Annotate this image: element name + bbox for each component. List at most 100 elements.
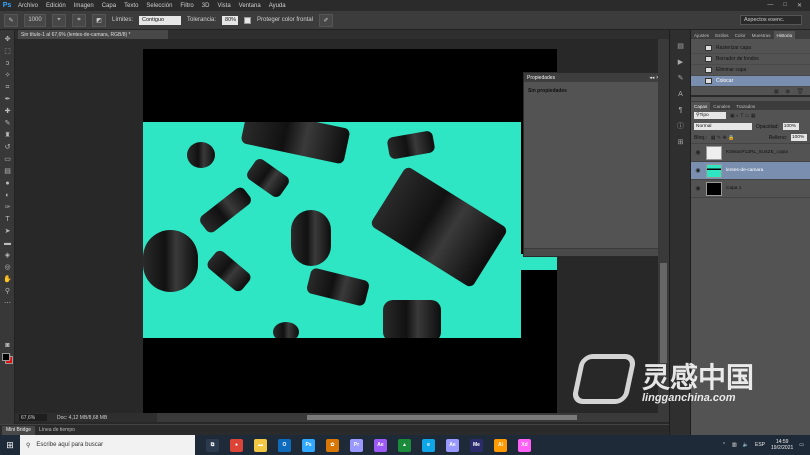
tab-timeline[interactable]: Línea de tiempo <box>35 426 79 435</box>
taskbar-app-icon[interactable]: ✿ <box>326 438 339 452</box>
blur-tool-icon[interactable]: ● <box>3 180 12 188</box>
layer-filter-select[interactable]: ⚲ Tipo <box>694 112 726 119</box>
menu-filtro[interactable]: Filtro <box>176 3 197 9</box>
volume-icon[interactable]: 🔈 <box>743 442 749 448</box>
limits-select[interactable]: Contiguo <box>139 15 182 25</box>
eyedropper-tool-icon[interactable]: ✒ <box>3 96 12 104</box>
vertical-scrollbar[interactable] <box>658 39 669 413</box>
taskbar-app-icon[interactable]: Pr <box>350 438 363 452</box>
workspace-switcher[interactable]: Aspectos esenc. <box>740 15 802 25</box>
tab-ajustes[interactable]: Ajustes <box>691 31 712 39</box>
crop-tool-icon[interactable]: ⌗ <box>3 84 12 92</box>
zoom-tool-icon[interactable]: ⚲ <box>3 288 12 296</box>
horizontal-scroll-thumb[interactable] <box>307 415 577 420</box>
navigator-panel-icon[interactable]: ⊞ <box>675 138 686 147</box>
eraser-tool-icon[interactable]: ▭ <box>3 156 12 164</box>
opacity-input[interactable]: 100% <box>782 123 799 130</box>
gradient-tool-icon[interactable]: ▤ <box>3 168 12 176</box>
menu-texto[interactable]: Texto <box>120 3 142 9</box>
taskbar-app-icon[interactable]: Ae <box>374 438 387 452</box>
foreground-color-swatch[interactable] <box>2 353 10 361</box>
history-item[interactable]: Colocar <box>691 76 810 87</box>
extra-tool-icon[interactable]: ⋯ <box>3 300 12 308</box>
marquee-tool-icon[interactable]: ⬚ <box>3 48 12 56</box>
taskbar-app-icon[interactable]: ● <box>230 438 243 452</box>
menu-3d[interactable]: 3D <box>198 3 214 9</box>
menu-ventana[interactable]: Ventana <box>235 3 265 9</box>
tab-estilos[interactable]: Estilos <box>712 31 732 39</box>
visibility-eye-icon[interactable]: ◉ <box>694 185 702 192</box>
document-canvas[interactable] <box>143 49 557 413</box>
tab-canales[interactable]: Canales <box>710 102 733 110</box>
taskbar-app-icon[interactable]: e <box>422 438 435 452</box>
tolerance-input[interactable]: 80% <box>222 15 239 25</box>
visibility-eye-icon[interactable]: ◉ <box>694 167 702 174</box>
brush-tool-icon[interactable]: ✎ <box>3 120 12 128</box>
tab-color[interactable]: Color <box>732 31 749 39</box>
taskbar-app-icon[interactable]: ⧉ <box>206 438 219 452</box>
taskbar-app-icon[interactable]: Ae <box>446 438 459 452</box>
history-item[interactable]: Eliminar capa <box>691 65 810 76</box>
dodge-tool-icon[interactable]: ◐ <box>3 192 12 200</box>
history-panel-icon[interactable]: ▤ <box>675 42 686 51</box>
taskbar-search[interactable]: ⚲ Escribe aquí para buscar <box>20 435 195 455</box>
taskbar-app-icon[interactable]: Ai <box>494 438 507 452</box>
path-select-tool-icon[interactable]: ➤ <box>3 228 12 236</box>
new-snapshot-icon[interactable]: ▣ <box>773 88 779 95</box>
taskbar-app-icon[interactable]: ▲ <box>398 438 411 452</box>
network-icon[interactable]: ▥ <box>732 442 737 448</box>
pressure-icon[interactable]: ✐ <box>319 13 334 27</box>
protect-checkbox[interactable] <box>244 16 252 24</box>
visibility-eye-icon[interactable]: ◉ <box>694 149 702 156</box>
stamp-tool-icon[interactable]: ♜ <box>3 132 12 140</box>
info-panel-icon[interactable]: ⓘ <box>675 122 686 131</box>
menu-edici-n[interactable]: Edición <box>42 3 70 9</box>
menu-ayuda[interactable]: Ayuda <box>265 3 290 9</box>
sampling-swatch-icon[interactable]: ◩ <box>92 13 106 27</box>
history-brush-tool-icon[interactable]: ↺ <box>3 144 12 152</box>
minimize-button[interactable]: — <box>767 2 773 9</box>
layer-name[interactable]: Capa 1 <box>726 186 741 191</box>
camera-icon[interactable]: ◉ <box>785 88 790 95</box>
layer-name[interactable]: K5WanP13RL_5U4ZE_copia <box>726 150 788 155</box>
pen-tool-icon[interactable]: ✑ <box>3 204 12 212</box>
actions-panel-icon[interactable]: ▶ <box>675 58 686 67</box>
close-button[interactable]: ✕ <box>797 2 802 9</box>
doc-size-info[interactable]: Doc: 4,12 MB/8,68 MB <box>57 415 107 421</box>
tab-trazados[interactable]: Trazados <box>733 102 758 110</box>
tab-muestras[interactable]: Muestras <box>749 31 774 39</box>
layer-row[interactable]: ◉ Capa 1 <box>691 180 810 198</box>
sampling-once-icon[interactable]: ⌗ <box>72 13 86 27</box>
menu-selecci-n[interactable]: Selección <box>142 3 176 9</box>
taskbar-app-icon[interactable]: O <box>278 438 291 452</box>
layer-row[interactable]: ◉ lentes-de-camara <box>691 162 810 180</box>
hand-tool-icon[interactable]: ✋ <box>3 276 12 284</box>
magic-wand-tool-icon[interactable]: ✧ <box>3 72 12 80</box>
tray-chevron-icon[interactable]: ⌃ <box>722 442 726 448</box>
menu-imagen[interactable]: Imagen <box>70 3 98 9</box>
taskbar-app-icon[interactable]: ▬ <box>254 438 267 452</box>
canvas-workspace[interactable]: Propiedades ◂◂ ✕ Sin propiedades <box>15 39 669 413</box>
history-item[interactable]: Rasterizar capa <box>691 43 810 54</box>
vertical-scroll-thumb[interactable] <box>660 263 667 363</box>
taskbar-app-icon[interactable]: Me <box>470 438 483 452</box>
tool-preset-icon[interactable]: ✎ <box>4 13 18 27</box>
clock[interactable]: 14:59 19/2/2021 <box>771 439 793 451</box>
healing-tool-icon[interactable]: ✚ <box>3 108 12 116</box>
brush-size-picker[interactable]: 1000 <box>24 13 46 27</box>
tab-capas[interactable]: Capas <box>691 102 711 110</box>
lock-icons[interactable]: ▦ ✎ ✥ 🔒 <box>711 135 735 141</box>
taskbar-app-icon[interactable]: Ps <box>302 438 315 452</box>
properties-title[interactable]: Propiedades <box>527 75 555 81</box>
windows-start-icon[interactable]: ⊞ <box>0 435 20 455</box>
character-panel-icon[interactable]: A <box>675 90 686 99</box>
paragraph-panel-icon[interactable]: ¶ <box>675 106 686 115</box>
history-item[interactable]: Borrador de fondos <box>691 54 810 65</box>
lasso-tool-icon[interactable]: ↄ <box>3 60 12 68</box>
layer-name[interactable]: lentes-de-camara <box>726 168 763 173</box>
trash-icon[interactable]: 🗑 <box>796 88 804 95</box>
notifications-icon[interactable]: ▭ <box>799 442 804 448</box>
tab-mini-bridge[interactable]: Mini Bridge <box>2 425 36 435</box>
zoom-level-field[interactable]: 67,6% <box>19 414 47 421</box>
3d-tool-icon[interactable]: ◈ <box>3 252 12 260</box>
